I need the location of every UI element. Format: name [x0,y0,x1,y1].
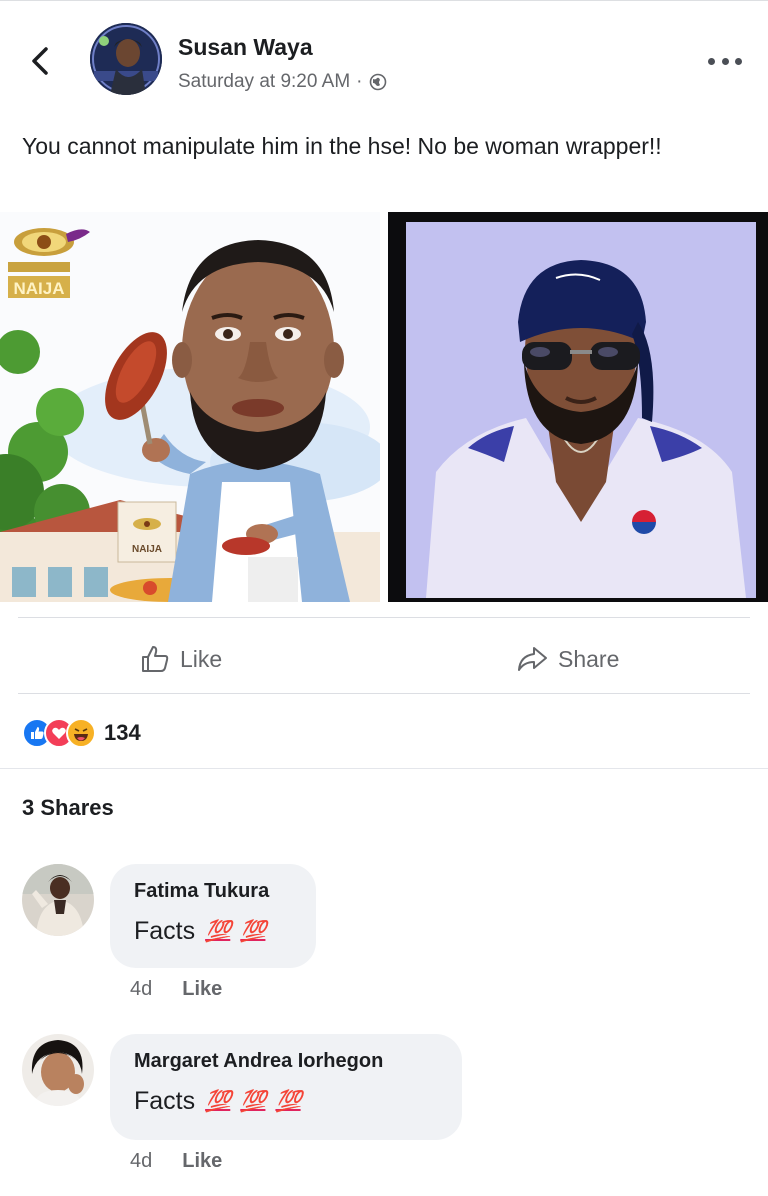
like-button[interactable]: Like [140,640,222,678]
thumbs-up-icon [142,646,169,672]
shares-count[interactable]: 3 Shares [22,795,114,821]
share-button-label: Share [558,645,620,672]
photo-frame [406,222,756,598]
reaction-count: 134 [104,720,141,745]
haha-reaction-icon [66,718,96,748]
comment-age[interactable]: 4d [130,978,152,1001]
comment-text: Facts 💯 💯 💯 [134,1087,438,1116]
post-header: Susan Waya Saturday at 9:20 AM · [0,0,768,110]
photo-image[interactable] [388,212,768,602]
globe-icon [369,73,387,91]
comment-like-button[interactable]: Like [182,978,222,1001]
more-dot-icon [708,57,715,65]
more-options-button[interactable] [708,53,742,69]
actions-divider [18,693,750,694]
logo-naija-text: NAIJA [13,279,64,298]
post-timestamp[interactable]: Saturday at 9:20 AM [178,71,350,93]
comment-bubble: Margaret Andrea Iorhegon Facts 💯 💯 💯 [110,1034,462,1140]
more-dot-icon [721,57,729,65]
house-sign-text: NAIJA [132,544,162,555]
reactions-summary[interactable]: 134 [22,716,141,750]
meta-separator: · [356,71,363,92]
comment-meta: 4d Like [130,1150,222,1173]
comment-meta: 4d Like [130,978,222,1001]
man-photo [406,222,756,598]
commenter-avatar[interactable] [22,864,94,936]
chevron-left-icon [32,47,48,75]
post-meta: Saturday at 9:20 AM · [178,71,387,93]
share-button[interactable]: Share [516,640,619,678]
hundred-points-emoji: 💯 [205,1089,231,1113]
back-button[interactable] [26,43,52,79]
comment-age[interactable]: 4d [130,1150,152,1173]
facebook-post-page: Susan Waya Saturday at 9:20 AM · You can… [0,0,768,1196]
author-name[interactable]: Susan Waya [178,34,313,61]
comment-text: Facts 💯 💯 [134,917,292,946]
cartoon-image[interactable]: NAIJA NAIJA [0,212,380,602]
author-avatar[interactable] [90,23,162,95]
hundred-points-emoji: 💯 [240,919,266,943]
share-arrow-icon [518,647,547,671]
comment-author[interactable]: Fatima Tukura [134,880,292,903]
comment-body: Facts [134,1087,196,1115]
comment-author[interactable]: Margaret Andrea Iorhegon [134,1050,438,1073]
actions-divider [18,617,750,618]
hundred-points-emoji: 💯 [275,1089,301,1113]
comment-bubble: Fatima Tukura Facts 💯 💯 [110,864,316,968]
post-text: You cannot manipulate him in the hse! No… [22,133,662,159]
hundred-points-emoji: 💯 [240,1089,266,1113]
post-images: NAIJA NAIJA [0,212,768,602]
hundred-points-emoji: 💯 [205,919,231,943]
section-divider [0,768,768,769]
cartoon-illustration: NAIJA NAIJA [0,212,380,602]
comment-body: Facts [134,917,196,945]
like-button-label: Like [180,645,223,672]
commenter-avatar[interactable] [22,1034,94,1106]
comment-like-button[interactable]: Like [182,1150,222,1173]
more-dot-icon [735,57,742,65]
